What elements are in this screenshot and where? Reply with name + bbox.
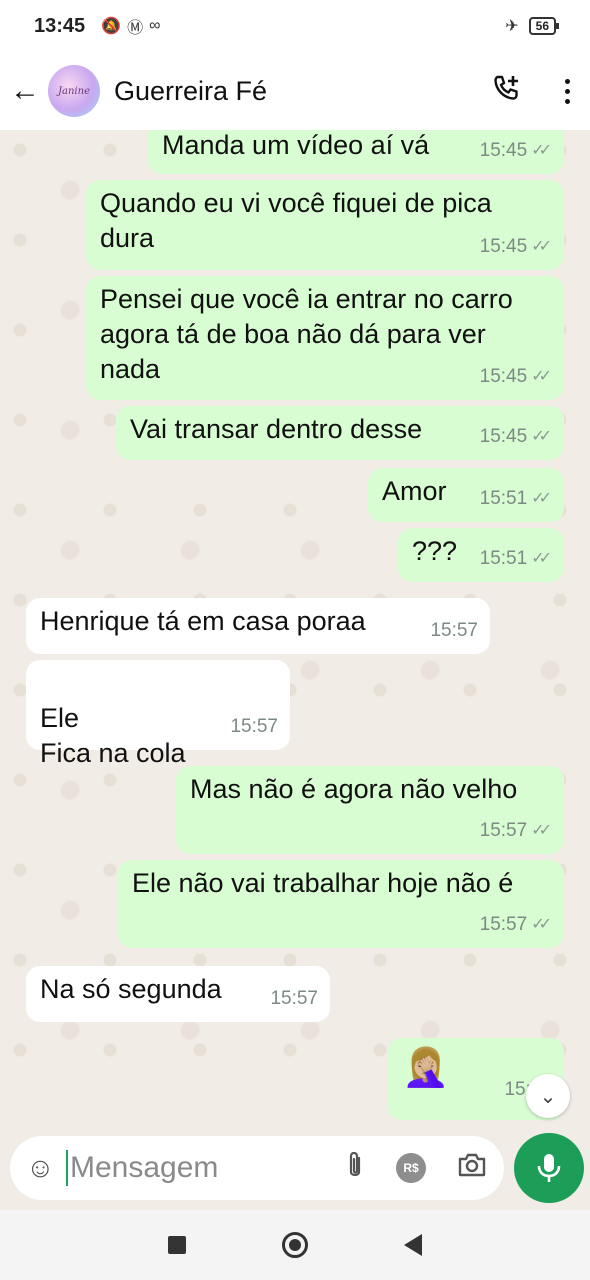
system-navigation-bar <box>0 1210 590 1280</box>
message-meta: 15:45 ✓✓ <box>480 229 552 264</box>
add-call-icon[interactable] <box>491 73 521 110</box>
message-time: 15:51 <box>479 548 528 569</box>
message-time: 15:57 <box>479 820 528 841</box>
message-out[interactable]: Pensei que você ia entrar no carro agora… <box>86 276 564 400</box>
message-time: 15:57 <box>270 988 318 1009</box>
message-meta: 15:51 ✓✓ <box>480 541 552 576</box>
message-time: 15:57 <box>230 716 278 737</box>
read-ticks-icon: ✓✓ <box>531 428 552 445</box>
read-ticks-icon: ✓✓ <box>531 916 552 933</box>
camera-icon[interactable] <box>456 1151 488 1186</box>
message-meta: 15:51 ✓✓ <box>480 481 552 516</box>
message-in[interactable]: Na só segunda 15:57 <box>26 966 330 1022</box>
message-text: Na só segunda <box>40 974 222 1004</box>
message-meta: 15:57 ✓✓ <box>480 813 552 848</box>
chat-area[interactable]: Manda um vídeo aí vá 15:45 ✓✓ Quando eu v… <box>0 130 590 1130</box>
composer-actions: R$ <box>344 1150 488 1187</box>
message-input[interactable] <box>70 1151 300 1185</box>
message-text: Ele não vai trabalhar hoje não é <box>132 868 514 898</box>
message-text: Amor <box>382 476 447 506</box>
emoji-icon[interactable]: ☺ <box>26 1152 66 1184</box>
microphone-icon <box>537 1154 561 1182</box>
home-icon[interactable] <box>282 1232 308 1258</box>
contact-avatar[interactable]: Janine <box>48 65 100 117</box>
text-cursor <box>66 1150 68 1186</box>
message-meta: 15:45 ✓✓ <box>480 359 552 394</box>
read-ticks-icon: ✓✓ <box>531 822 552 839</box>
message-time: 15:45 <box>479 236 528 257</box>
nav-back-icon[interactable] <box>404 1234 422 1256</box>
read-ticks-icon: ✓✓ <box>531 550 552 567</box>
read-ticks-icon: ✓✓ <box>531 490 552 507</box>
message-time: 15:51 <box>479 488 528 509</box>
message-text: Vai transar dentro desse <box>130 414 423 444</box>
mi-icon: Ⓜ <box>127 20 144 37</box>
message-time: 15:45 <box>479 426 528 447</box>
header-actions <box>491 73 576 110</box>
message-text: Henrique tá em casa poraa <box>40 606 366 636</box>
voicemail-icon: ∞ <box>149 17 161 34</box>
message-meta: 15:57 <box>230 709 278 744</box>
message-composer: ☺ R$ <box>10 1136 504 1200</box>
message-text: Manda um vídeo aí vá <box>162 130 430 160</box>
notification-muted-icon: 🔕 <box>101 18 122 35</box>
chat-header: ← Janine Guerreira Fé <box>0 52 590 130</box>
recent-apps-icon[interactable] <box>168 1236 186 1254</box>
paperclip-icon[interactable] <box>344 1150 366 1187</box>
avatar-text: Janine <box>58 85 90 97</box>
message-meta: 15:45 ✓✓ <box>480 133 552 168</box>
arrow-left-icon[interactable]: ← <box>10 74 44 108</box>
message-out[interactable]: Mas não é agora não velho 15:57 ✓✓ <box>176 766 564 854</box>
message-emoji: 🤦🏼‍♀️ <box>402 1047 450 1089</box>
message-text: Ele Fica na cola <box>40 703 186 768</box>
battery-indicator: 56 <box>528 17 560 35</box>
message-text: ??? <box>412 536 458 566</box>
message-time: 15:57 <box>479 914 528 935</box>
double-chevron-down-icon: ⌄ <box>539 1085 557 1108</box>
message-out[interactable]: Vai transar dentro desse 15:45 ✓✓ <box>116 406 564 460</box>
message-in[interactable]: Ele Fica na cola 15:57 <box>26 660 290 768</box>
message-time: 15:45 <box>479 140 528 161</box>
message-meta: 15:57 <box>270 981 318 1016</box>
message-text: Mas não é agora não velho <box>190 774 518 804</box>
status-right: ✈ 56 <box>499 16 560 36</box>
real-currency-icon[interactable]: R$ <box>396 1153 426 1183</box>
status-bar: 13:45 🔕 Ⓜ ∞ ✈ 56 <box>0 0 590 52</box>
message-in[interactable]: Henrique tá em casa poraa 15:57 <box>26 598 490 654</box>
contact-name[interactable]: Guerreira Fé <box>114 76 267 107</box>
message-meta: 15:57 <box>430 613 478 648</box>
message-text: Quando eu vi você fiquei de pica dura <box>100 188 492 253</box>
message-out[interactable]: ??? 15:51 ✓✓ <box>398 528 564 582</box>
read-ticks-icon: ✓✓ <box>531 368 552 385</box>
message-meta: 15:57 ✓✓ <box>480 907 552 942</box>
read-ticks-icon: ✓✓ <box>531 238 552 255</box>
status-time: 13:45 <box>34 14 86 37</box>
message-text: Pensei que você ia entrar no carro agora… <box>100 284 513 384</box>
scroll-down-button[interactable]: ⌄ <box>526 1074 570 1118</box>
kebab-menu-icon[interactable] <box>559 75 576 108</box>
message-out[interactable]: Manda um vídeo aí vá 15:45 ✓✓ <box>148 130 564 174</box>
message-out[interactable]: Ele não vai trabalhar hoje não é 15:57 ✓✓ <box>118 860 564 948</box>
message-out[interactable]: Quando eu vi você fiquei de pica dura 15… <box>86 180 564 270</box>
message-time: 15:57 <box>430 620 478 641</box>
message-out[interactable]: Amor 15:51 ✓✓ <box>368 468 564 522</box>
airplane-mode-icon: ✈ <box>505 18 519 35</box>
read-ticks-icon: ✓✓ <box>531 142 552 159</box>
microphone-button[interactable] <box>514 1133 584 1203</box>
message-meta: 15:45 ✓✓ <box>480 419 552 454</box>
message-time: 15:45 <box>479 366 528 387</box>
